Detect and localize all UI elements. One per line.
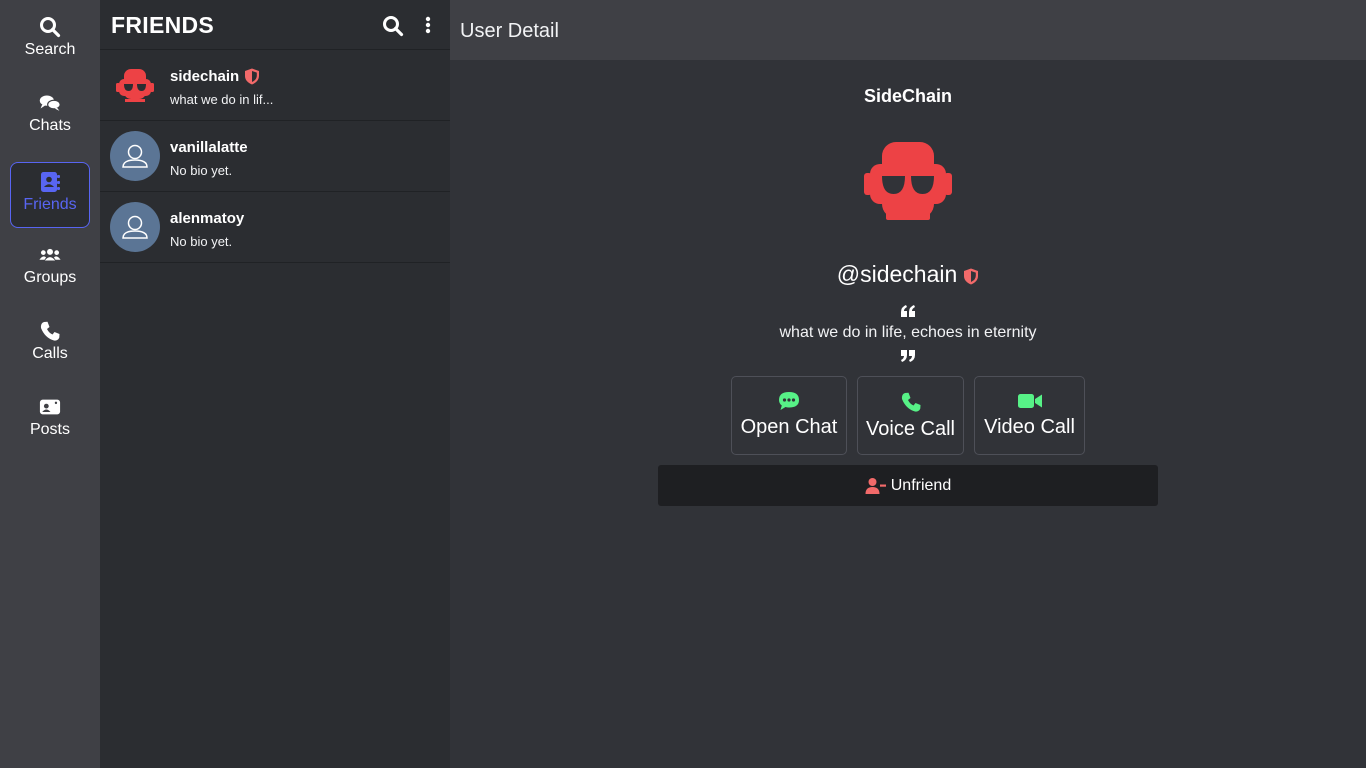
nav-label: Search <box>24 41 76 58</box>
button-label: Video Call <box>984 416 1075 438</box>
default-avatar-icon <box>122 215 148 239</box>
avatar <box>110 202 160 252</box>
nav-item-search[interactable]: Search <box>10 8 90 74</box>
address-book-icon <box>39 171 61 193</box>
button-label: Voice Call <box>866 418 955 440</box>
panel-title: FRIENDS <box>111 12 215 38</box>
friend-username: sidechain <box>170 68 240 85</box>
quote-open-icon <box>900 304 916 318</box>
friend-name-row: vanillalatte <box>170 139 248 156</box>
unfriend-button[interactable]: Unfriend <box>658 465 1158 506</box>
phone-icon <box>39 320 61 342</box>
chat-icon <box>778 391 800 411</box>
default-avatar-icon <box>122 144 148 168</box>
verified-shield-icon <box>244 68 260 85</box>
nav-label: Groups <box>23 269 77 286</box>
button-label: Open Chat <box>740 416 838 438</box>
nav-label: Chats <box>29 117 71 134</box>
phone-icon <box>900 391 922 413</box>
friends-panel-header: FRIENDS <box>100 0 450 50</box>
profile-handle-row: @sidechain <box>450 261 1366 288</box>
friend-username: alenmatoy <box>170 210 245 227</box>
nav-item-posts[interactable]: Posts <box>10 388 90 454</box>
voice-call-button[interactable]: Voice Call <box>857 376 964 455</box>
display-name: SideChain <box>863 86 952 106</box>
avatar <box>110 131 160 181</box>
users-icon <box>39 244 61 266</box>
profile-handle: @sidechain <box>836 261 958 287</box>
friend-bio: what we do in lif... <box>170 92 274 107</box>
user-detail-view: User Detail SideChain @sidechain what we… <box>450 0 1366 768</box>
remove-user-icon <box>865 477 887 495</box>
robot-avatar-icon <box>864 142 952 220</box>
nav-label: Posts <box>29 421 70 438</box>
chat-bubbles-icon <box>39 92 61 114</box>
nav-item-calls[interactable]: Calls <box>10 312 90 378</box>
detail-header: User Detail <box>450 0 1366 60</box>
friend-username: vanillalatte <box>170 139 248 156</box>
nav-item-groups[interactable]: Groups <box>10 236 90 302</box>
search-icon[interactable] <box>382 15 404 37</box>
nav-label: Calls <box>32 345 68 362</box>
verified-shield-icon <box>963 268 979 285</box>
friend-item-sidechain[interactable]: sidechain what we do in lif... <box>100 50 450 121</box>
open-chat-button[interactable]: Open Chat <box>731 376 847 455</box>
search-icon <box>39 16 61 38</box>
profile-bio: what we do in life, echoes in eternity <box>779 324 1037 341</box>
profile-avatar <box>860 140 956 224</box>
friend-item-alenmatoy[interactable]: alenmatoy No bio yet. <box>100 192 450 263</box>
video-call-button[interactable]: Video Call <box>974 376 1085 455</box>
friend-item-vanillalatte[interactable]: vanillalatte No bio yet. <box>100 121 450 192</box>
nav-item-chats[interactable]: Chats <box>10 84 90 150</box>
page-title: User Detail <box>460 20 559 42</box>
nav-item-friends[interactable]: Friends <box>10 162 90 228</box>
posts-icon <box>39 396 61 418</box>
friends-panel: FRIENDS sidechain what we do in lif... v… <box>100 0 450 768</box>
friend-name-row: sidechain <box>170 68 260 85</box>
button-label: Unfriend <box>890 476 952 494</box>
robot-avatar-icon <box>116 69 154 102</box>
quote-close-icon <box>900 349 916 363</box>
friend-bio: No bio yet. <box>170 234 233 249</box>
more-options-icon[interactable] <box>422 15 434 37</box>
nav-rail: Search Chats Friends Groups Calls Posts <box>0 0 100 768</box>
friend-name-row: alenmatoy <box>170 210 244 227</box>
avatar <box>110 60 160 110</box>
video-camera-icon <box>1017 391 1043 411</box>
nav-label: Friends <box>23 196 77 213</box>
friend-bio: No bio yet. <box>170 163 233 178</box>
